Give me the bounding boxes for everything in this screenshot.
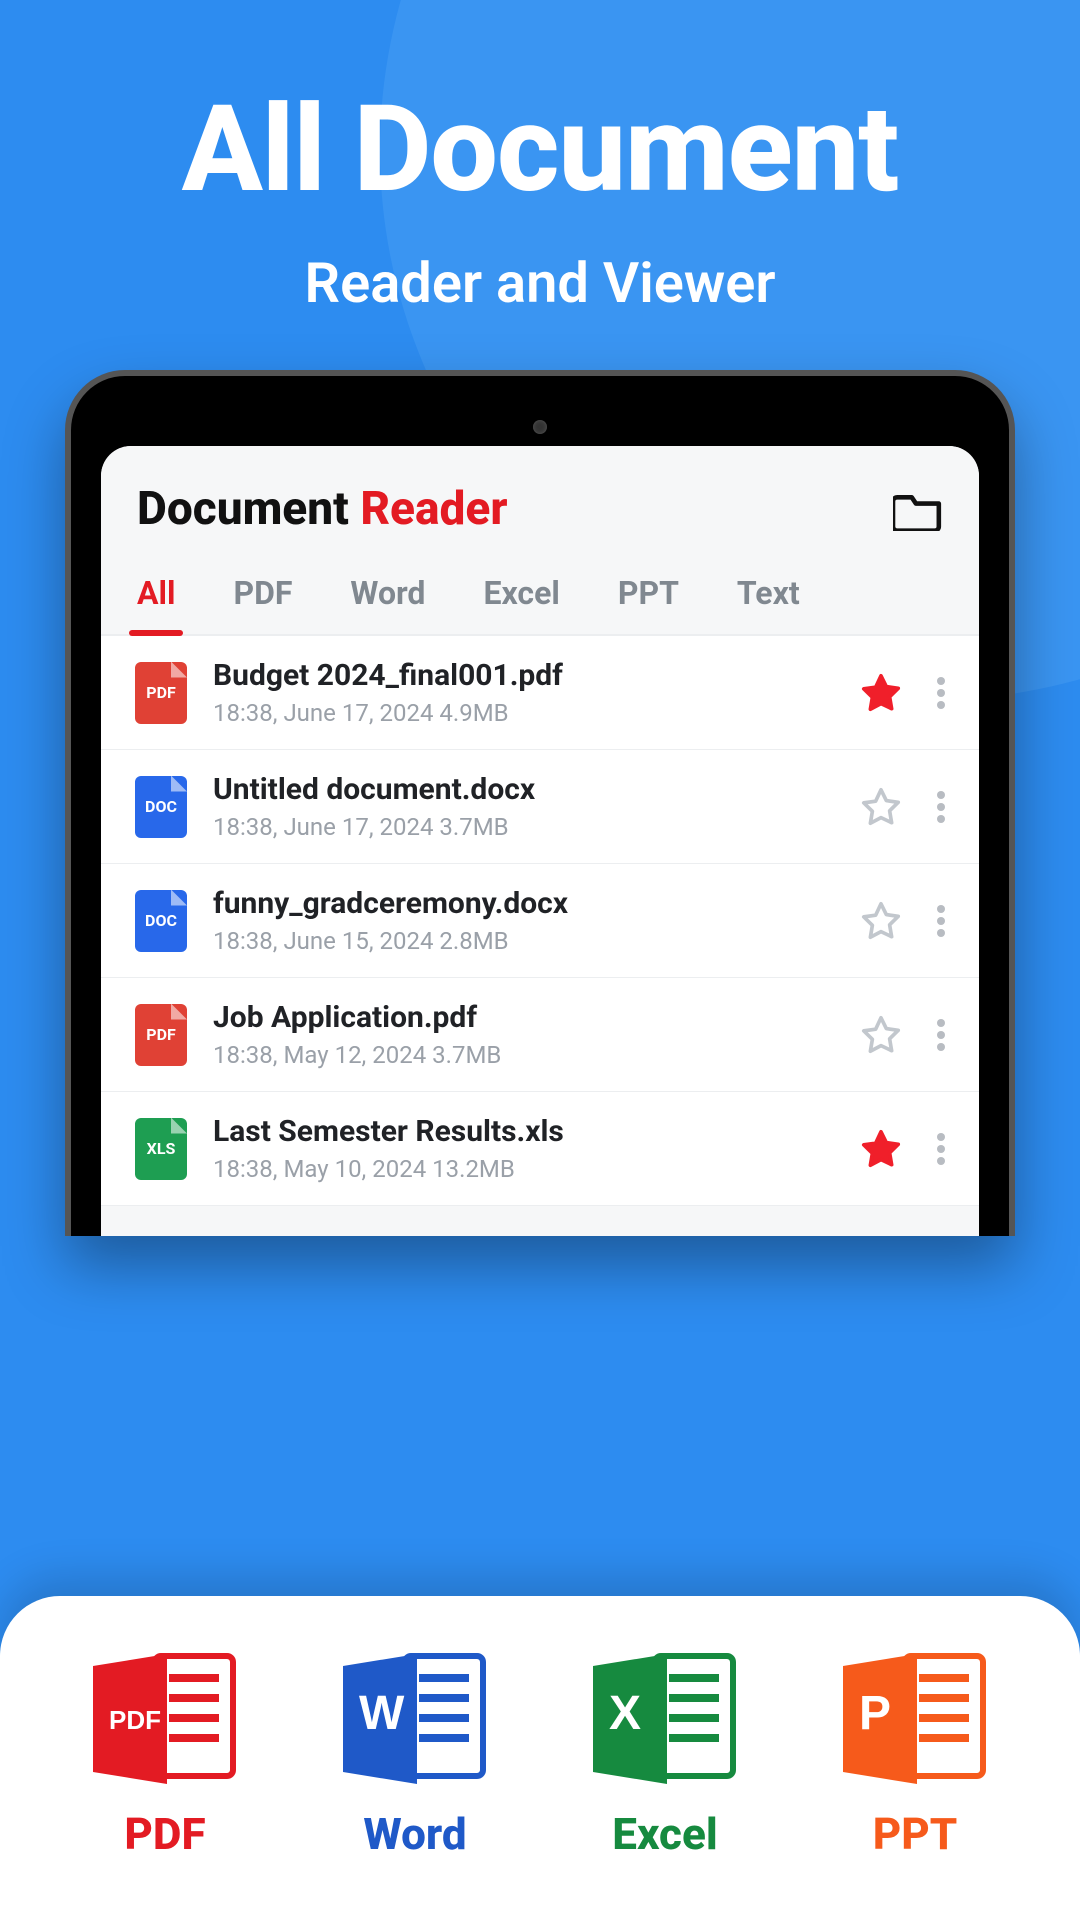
tab-excel[interactable]: Excel [483,574,559,634]
tab-text[interactable]: Text [737,574,800,634]
file-name: funny_gradceremony.docx [213,886,833,921]
file-row[interactable]: PDF Job Application.pdf 18:38, May 12, 202… [101,978,979,1092]
format-card: PDF PDF W Word X Excel P PPT [0,1596,1080,1920]
app-title-suffix: Reader [360,482,507,536]
file-type-icon: XLS [135,1118,187,1180]
format-file-icon: X [585,1644,745,1794]
format-label: Word [335,1808,495,1860]
format-file-icon: PDF [85,1644,245,1794]
star-filled-icon [859,1127,903,1171]
tab-pdf[interactable]: PDF [233,574,292,634]
star-outline-icon [859,1013,903,1057]
tabs-bar: All PDF Word Excel PPT Text [101,564,979,636]
star-outline-icon [859,899,903,943]
file-info: funny_gradceremony.docx 18:38, June 15, 2… [213,886,833,955]
file-info: Budget 2024_final001.pdf 18:38, June 17, … [213,658,833,727]
file-info: Job Application.pdf 18:38, May 12, 2024 3… [213,1000,833,1069]
file-row[interactable]: DOC funny_gradceremony.docx 18:38, June 15… [101,864,979,978]
favorite-button[interactable] [859,1127,903,1171]
tab-all[interactable]: All [137,574,175,634]
file-type-icon: DOC [135,890,187,952]
svg-text:W: W [359,1687,405,1740]
file-type-icon: DOC [135,776,187,838]
file-info: Untitled document.docx 18:38, June 17, 20… [213,772,833,841]
app-title-prefix: Document [137,482,349,536]
format-icon: P [835,1644,995,1794]
more-button[interactable] [929,787,945,827]
file-row[interactable]: XLS Last Semester Results.xls 18:38, May 1… [101,1092,979,1206]
favorite-button[interactable] [859,1013,903,1057]
hero-subtitle: Reader and Viewer [0,250,1080,316]
hero-title: All Document [0,80,1080,220]
file-type-icon: PDF [135,1004,187,1066]
favorite-button[interactable] [859,671,903,715]
file-meta: 18:38, June 15, 2024 2.8MB [213,927,833,955]
more-button[interactable] [929,901,945,941]
file-meta: 18:38, June 17, 2024 3.7MB [213,813,833,841]
folder-button[interactable] [893,489,943,529]
file-name: Budget 2024_final001.pdf [213,658,833,693]
file-list[interactable]: PDF Budget 2024_final001.pdf 18:38, June 1… [101,636,979,1206]
format-file-icon: W [335,1644,495,1794]
format-icon: PDF [85,1644,245,1794]
more-button[interactable] [929,1129,945,1169]
camera-dot-icon [533,420,547,434]
file-row[interactable]: PDF Budget 2024_final001.pdf 18:38, June 1… [101,636,979,750]
favorite-button[interactable] [859,899,903,943]
format-item-word[interactable]: W Word [335,1644,495,1860]
file-type-icon: PDF [135,662,187,724]
file-row[interactable]: DOC Untitled document.docx 18:38, June 17,… [101,750,979,864]
tab-word[interactable]: Word [350,574,425,634]
app-header: Document Reader [101,446,979,564]
star-filled-icon [859,671,903,715]
tablet-bezel: Document Reader All PDF Word Excel PPT T… [65,370,1015,1236]
file-info: Last Semester Results.xls 18:38, May 10, … [213,1114,833,1183]
tab-ppt[interactable]: PPT [618,574,679,634]
app-screen: Document Reader All PDF Word Excel PPT T… [101,446,979,1236]
format-file-icon: P [835,1644,995,1794]
svg-text:PDF: PDF [109,1705,161,1735]
folder-icon [893,489,943,531]
format-label: Excel [585,1808,745,1860]
app-title: Document Reader [137,482,508,536]
file-name: Job Application.pdf [213,1000,833,1035]
file-meta: 18:38, May 10, 2024 13.2MB [213,1155,833,1183]
file-meta: 18:38, June 17, 2024 4.9MB [213,699,833,727]
hero-section: All Document Reader and Viewer [0,0,1080,316]
format-item-pdf[interactable]: PDF PDF [85,1644,245,1860]
format-label: PPT [835,1808,995,1860]
format-icon: W [335,1644,495,1794]
file-name: Untitled document.docx [213,772,833,807]
star-outline-icon [859,785,903,829]
svg-text:P: P [859,1687,891,1740]
format-item-ppt[interactable]: P PPT [835,1644,995,1860]
favorite-button[interactable] [859,785,903,829]
format-item-excel[interactable]: X Excel [585,1644,745,1860]
file-name: Last Semester Results.xls [213,1114,833,1149]
format-icon: X [585,1644,745,1794]
more-button[interactable] [929,1015,945,1055]
more-button[interactable] [929,673,945,713]
svg-text:X: X [609,1687,641,1740]
file-meta: 18:38, May 12, 2024 3.7MB [213,1041,833,1069]
tablet-mockup: Document Reader All PDF Word Excel PPT T… [65,370,1015,1236]
format-label: PDF [85,1808,245,1860]
